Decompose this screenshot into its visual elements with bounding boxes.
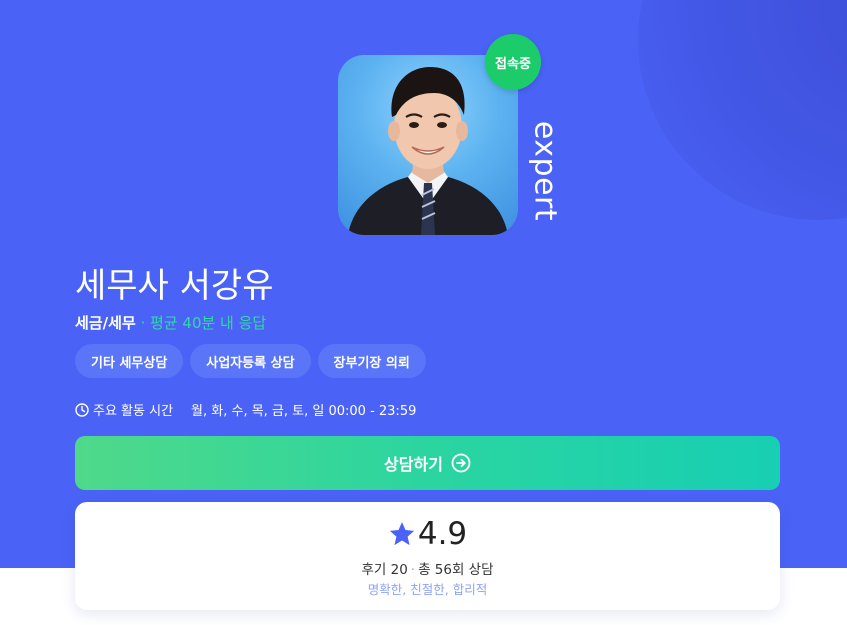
- person-portrait-icon: [348, 67, 508, 235]
- expert-photo: [338, 55, 518, 235]
- arrow-circle-right-icon: [451, 453, 471, 473]
- expert-name: 세무사 서강유: [75, 266, 274, 306]
- session-count: 총 56회 상담: [418, 562, 494, 578]
- service-tags: 기타 세무상담 사업자등록 상담 장부기장 의뢰: [75, 344, 426, 378]
- star-icon: [389, 522, 414, 546]
- clock-icon: [75, 402, 89, 417]
- separator-dot: ·: [140, 314, 146, 332]
- review-keywords: 명확한, 친절한, 합리적: [367, 582, 488, 597]
- expert-wordmark: expert: [527, 120, 563, 222]
- expert-category: 세금/세무: [75, 314, 136, 332]
- consult-button[interactable]: 상담하기: [75, 436, 780, 490]
- review-count[interactable]: 후기 20: [361, 562, 407, 578]
- rating-card: 4.9 후기 20 · 총 56회 상담 명확한, 친절한, 합리적: [75, 502, 780, 610]
- review-counts: 후기 20 · 총 56회 상담: [75, 558, 780, 578]
- tag-chip[interactable]: 사업자등록 상담: [190, 344, 311, 378]
- activity-hours: 주요 활동 시간 월, 화, 수, 목, 금, 토, 일 00:00 - 23:…: [75, 400, 416, 419]
- hours-value: 월, 화, 수, 목, 금, 토, 일 00:00 - 23:59: [191, 404, 417, 419]
- response-time: 평균 40분 내 응답: [150, 314, 267, 332]
- rating-score-row: 4.9: [75, 516, 780, 552]
- consult-button-label: 상담하기: [384, 455, 443, 474]
- profile-hero: 접속중 expert 세무사 서강유 세금/세무 · 평균 40분 내 응답 기…: [0, 0, 847, 568]
- rating-score: 4.9: [417, 516, 468, 552]
- hours-label: 주요 활동 시간: [93, 404, 174, 419]
- online-status-badge: 접속중: [485, 34, 541, 90]
- expert-meta: 세금/세무 · 평균 40분 내 응답: [75, 312, 266, 333]
- tag-chip[interactable]: 기타 세무상담: [75, 344, 184, 378]
- decorative-circle: [638, 0, 847, 220]
- separator-dot: ·: [410, 562, 416, 578]
- tag-chip[interactable]: 장부기장 의뢰: [317, 344, 426, 378]
